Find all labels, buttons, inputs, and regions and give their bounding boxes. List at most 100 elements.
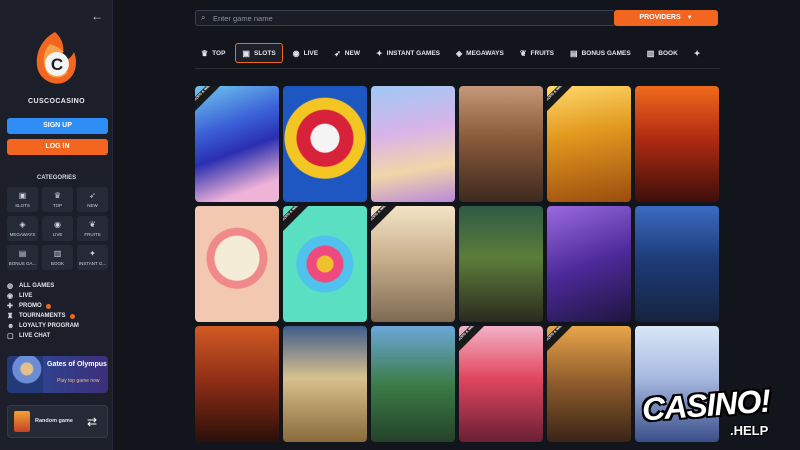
tab-icon: ▣ bbox=[242, 48, 250, 58]
tab-icon: ◉ bbox=[292, 48, 300, 58]
game-thumbnail bbox=[635, 86, 719, 202]
instant-icon: ✦ bbox=[89, 249, 96, 258]
search-input[interactable] bbox=[213, 13, 593, 24]
game-card[interactable]: DROPS & WINS bbox=[459, 326, 543, 442]
category-tile-book[interactable]: ▥ BOOK bbox=[42, 245, 73, 270]
category-tile-fruits[interactable]: ❦ FRUITS bbox=[77, 216, 108, 241]
collapse-sidebar-icon[interactable]: ← bbox=[90, 9, 104, 23]
megaways-icon: ◈ bbox=[19, 220, 26, 229]
providers-button[interactable]: PROVIDERS ▼ bbox=[614, 10, 718, 26]
tab-fruits[interactable]: ❦ FRUITS bbox=[514, 43, 560, 63]
tab-top[interactable]: ♛ TOP bbox=[195, 43, 231, 63]
sidebar-link-icon: ▢ bbox=[7, 333, 14, 340]
sidebar-link-icon: ◉ bbox=[7, 293, 14, 300]
game-thumbnail bbox=[547, 86, 631, 202]
game-thumbnail bbox=[459, 86, 543, 202]
log-in-button[interactable]: LOG IN bbox=[7, 139, 108, 155]
tab-label: NEW bbox=[344, 49, 360, 57]
category-tile-top[interactable]: ♛ TOP bbox=[42, 187, 73, 212]
categories-grid: ▣ SLOTS ♛ TOP ➶ NEW ◈ MEGAWAYS ◉ LIVE ❦ FRUITS ▤ BONU… bbox=[7, 187, 108, 270]
sidebar-link-all-games[interactable]: ◍ ALL GAMES bbox=[7, 281, 108, 291]
tab-megaways[interactable]: ◈ MEGAWAYS bbox=[450, 43, 510, 63]
promo-title: Gates of Olympus bbox=[47, 361, 107, 368]
game-card[interactable] bbox=[547, 206, 631, 322]
category-label: TOP bbox=[52, 203, 63, 208]
category-tile-instant-g[interactable]: ✦ INSTANT G... bbox=[77, 245, 108, 270]
tab-slots[interactable]: ▣ SLOTS bbox=[235, 43, 283, 63]
category-label: BOOK bbox=[50, 261, 64, 266]
category-tile-new[interactable]: ➶ NEW bbox=[77, 187, 108, 212]
game-thumbnail bbox=[459, 326, 543, 442]
sidebar-link-icon: ◍ bbox=[7, 283, 14, 290]
tab-bonus-games[interactable]: ▤ BONUS GAMES bbox=[564, 43, 637, 63]
tab-icon: ▥ bbox=[646, 48, 655, 58]
game-card[interactable]: DROPS & WINS bbox=[195, 86, 279, 202]
sidebar-link-label: TOURNAMENTS bbox=[19, 313, 66, 319]
game-card[interactable] bbox=[371, 86, 455, 202]
tab-label: FRUITS bbox=[530, 49, 555, 57]
sign-up-button[interactable]: SIGN UP bbox=[7, 118, 108, 134]
sidebar-link-live-chat[interactable]: ▢ LIVE CHAT bbox=[7, 331, 108, 341]
game-thumbnail bbox=[195, 206, 279, 322]
category-label: LIVE bbox=[52, 232, 63, 237]
game-card[interactable] bbox=[371, 326, 455, 442]
game-thumbnail bbox=[283, 326, 367, 442]
book-icon: ▥ bbox=[53, 249, 62, 258]
random-game-button[interactable]: Random game ⇄ bbox=[7, 405, 108, 438]
sidebar-link-loyalty-program[interactable]: ☻ LOYALTY PROGRAM bbox=[7, 321, 108, 331]
promo-banner[interactable]: Gates of Olympus Play top game now bbox=[7, 356, 108, 393]
tab-icon: ❦ bbox=[519, 48, 527, 58]
category-tile-slots[interactable]: ▣ SLOTS bbox=[7, 187, 38, 212]
casino-help-watermark: CASINO! .HELP bbox=[560, 383, 800, 450]
tab-instant-games[interactable]: ✦ INSTANT GAMES bbox=[370, 43, 446, 63]
tab-label: LIVE bbox=[303, 49, 319, 57]
tabs-divider bbox=[195, 68, 720, 69]
tab-icon: ▤ bbox=[570, 48, 578, 58]
tab-icon: ✦ bbox=[693, 48, 701, 58]
random-game-label: Random game bbox=[35, 418, 73, 424]
svg-text:C: C bbox=[51, 55, 63, 74]
game-card[interactable] bbox=[195, 326, 279, 442]
promo-subtitle: Play top game now bbox=[57, 378, 100, 384]
sidebar-link-promo[interactable]: ✚ PROMO bbox=[7, 301, 108, 311]
tab-book[interactable]: ▥ BOOK bbox=[641, 43, 684, 63]
game-card[interactable] bbox=[459, 86, 543, 202]
tab-new[interactable]: ➶ NEW bbox=[328, 43, 366, 63]
tab-label: MEGAWAYS bbox=[466, 49, 504, 57]
game-card[interactable]: DROPS & WINS bbox=[283, 206, 367, 322]
tab-more[interactable]: ✦ bbox=[688, 43, 711, 63]
random-game-thumbnail bbox=[14, 411, 30, 432]
game-card[interactable] bbox=[195, 206, 279, 322]
casino-logo-icon: C bbox=[36, 32, 76, 84]
sidebar-link-icon: ✚ bbox=[7, 303, 13, 310]
game-card[interactable] bbox=[283, 326, 367, 442]
tab-icon: ◈ bbox=[456, 48, 463, 58]
tab-live[interactable]: ◉ LIVE bbox=[287, 43, 324, 63]
game-thumbnail bbox=[371, 206, 455, 322]
category-label: SLOTS bbox=[15, 203, 30, 208]
category-tile-live[interactable]: ◉ LIVE bbox=[42, 216, 73, 241]
shuffle-icon: ⇄ bbox=[87, 415, 98, 429]
sidebar-link-icon: ♜ bbox=[7, 313, 14, 320]
game-card[interactable]: DROPS & WINS bbox=[547, 86, 631, 202]
sidebar-link-tournaments[interactable]: ♜ TOURNAMENTS bbox=[7, 311, 108, 321]
sidebar-link-label: LOYALTY PROGRAM bbox=[19, 323, 79, 329]
bonus-icon: ▤ bbox=[18, 249, 27, 258]
game-card[interactable] bbox=[459, 206, 543, 322]
game-card[interactable] bbox=[635, 86, 719, 202]
tab-label: TOP bbox=[212, 49, 226, 57]
category-tile-megaways[interactable]: ◈ MEGAWAYS bbox=[7, 216, 38, 241]
notification-dot bbox=[45, 303, 51, 309]
game-card[interactable]: DROPS & WINS bbox=[371, 206, 455, 322]
game-card[interactable] bbox=[635, 206, 719, 322]
tab-icon: ✦ bbox=[375, 48, 383, 58]
sidebar-link-live[interactable]: ◉ LIVE bbox=[7, 291, 108, 301]
game-thumbnail bbox=[371, 326, 455, 442]
slots-icon: ▣ bbox=[18, 191, 27, 200]
game-thumbnail bbox=[547, 206, 631, 322]
category-label: NEW bbox=[87, 203, 98, 208]
category-tile-bonus-ga[interactable]: ▤ BONUS GA... bbox=[7, 245, 38, 270]
game-thumbnail bbox=[459, 206, 543, 322]
game-card[interactable] bbox=[283, 86, 367, 202]
sidebar-link-label: LIVE bbox=[19, 293, 33, 299]
